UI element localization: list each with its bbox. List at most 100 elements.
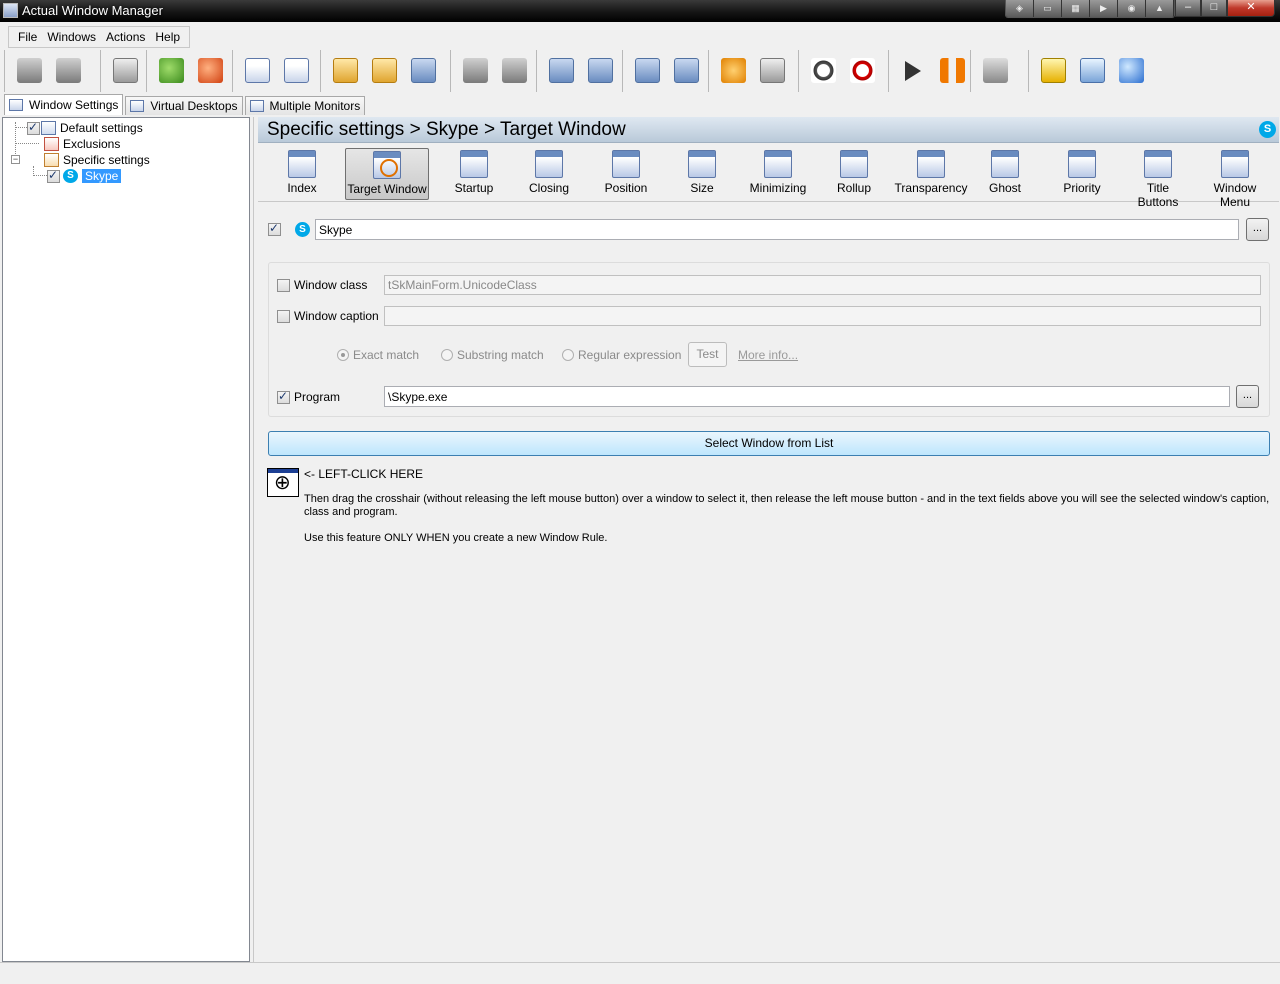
stop-button[interactable] <box>844 53 880 89</box>
window-menu-icon <box>1221 150 1249 178</box>
substring-match-option[interactable]: Substring match <box>441 348 544 362</box>
import-icon <box>159 58 184 83</box>
program-checkbox[interactable] <box>277 389 290 404</box>
test-button[interactable]: Test <box>688 342 727 367</box>
crosshair-icon[interactable] <box>267 468 299 497</box>
program-input[interactable] <box>384 386 1230 407</box>
more-info-link[interactable]: More info... <box>738 348 798 362</box>
stay-on-top-icon[interactable]: ▶ <box>1090 0 1118 17</box>
import-button[interactable] <box>153 53 189 89</box>
tree-item-exclusions[interactable]: Exclusions <box>41 136 120 152</box>
menu-help[interactable]: Help <box>150 27 185 47</box>
category-index[interactable]: Index <box>272 148 332 200</box>
tree-item-specific-settings[interactable]: Specific settings <box>41 152 150 168</box>
substring-match-radio[interactable] <box>441 349 453 361</box>
menu-actions[interactable]: Actions <box>101 27 150 47</box>
document-button[interactable] <box>754 53 790 89</box>
category-target-window[interactable]: Target Window <box>345 148 429 200</box>
virtual-desktops-icon <box>130 100 145 112</box>
default-settings-checkbox[interactable] <box>27 120 40 135</box>
minimize-to-tray-icon[interactable]: ▭ <box>1034 0 1062 17</box>
splitter[interactable] <box>253 117 256 962</box>
tree-item-skype[interactable]: S Skype <box>47 168 122 184</box>
minimize-icon[interactable]: – <box>1175 0 1201 17</box>
exact-match-option[interactable]: Exact match <box>337 348 419 362</box>
rule-enabled-checkbox[interactable] <box>268 221 281 236</box>
sort-az-button[interactable] <box>582 53 618 89</box>
window-caption-input[interactable] <box>384 306 1261 326</box>
feedback-button[interactable] <box>1074 53 1110 89</box>
sort-za-icon <box>549 58 574 83</box>
collapse-toggle[interactable]: − <box>11 155 20 164</box>
export-button[interactable] <box>192 53 228 89</box>
apply-button[interactable] <box>715 53 751 89</box>
start-button[interactable] <box>895 53 931 89</box>
category-ghost[interactable]: Ghost <box>975 148 1035 200</box>
window-caption-option[interactable]: Window caption <box>277 309 379 323</box>
rollup-icon[interactable]: ◈ <box>1006 0 1034 17</box>
menu-windows[interactable]: Windows <box>42 27 101 47</box>
category-window-menu[interactable]: Window Menu <box>1198 148 1272 209</box>
options-button[interactable] <box>239 53 275 89</box>
program-browse-button[interactable]: ... <box>1236 385 1259 408</box>
save-button[interactable] <box>107 53 143 89</box>
category-priority[interactable]: Priority <box>1052 148 1112 200</box>
window-class-input[interactable] <box>384 275 1261 295</box>
pause-icon <box>940 58 965 83</box>
move-up-button[interactable] <box>457 53 493 89</box>
rule-name-input[interactable] <box>315 219 1239 240</box>
toolbar-group-tools <box>970 50 1016 92</box>
window-caption-checkbox[interactable] <box>277 309 290 323</box>
rule-browse-button[interactable]: ... <box>1246 218 1269 241</box>
program-label: Program <box>294 390 341 404</box>
close-icon[interactable]: ✕ <box>1227 0 1275 17</box>
maximize-icon[interactable]: □ <box>1201 0 1227 17</box>
user-options-button[interactable] <box>278 53 314 89</box>
tree-item-default-settings[interactable]: Default settings <box>27 120 143 136</box>
category-title-buttons[interactable]: Title Buttons <box>1125 148 1191 209</box>
exclusions-icon <box>44 137 59 151</box>
monitors-icon <box>249 100 264 112</box>
category-startup[interactable]: Startup <box>443 148 505 200</box>
redo-button[interactable] <box>50 53 86 89</box>
category-closing[interactable]: Closing <box>518 148 580 200</box>
tab-multiple-monitors[interactable]: Multiple Monitors <box>244 96 366 115</box>
power-button[interactable] <box>805 53 841 89</box>
pause-button[interactable] <box>934 53 970 89</box>
regex-radio[interactable] <box>562 349 574 361</box>
web-button[interactable] <box>1113 53 1149 89</box>
exact-match-radio[interactable] <box>337 349 349 361</box>
category-position[interactable]: Position <box>595 148 657 200</box>
help-button[interactable] <box>1035 53 1071 89</box>
toolbar <box>4 50 1276 92</box>
category-minimizing[interactable]: Minimizing <box>746 148 810 200</box>
delete-rule-button[interactable] <box>366 53 402 89</box>
category-size[interactable]: Size <box>671 148 733 200</box>
sort-za-button[interactable] <box>543 53 579 89</box>
tab-virtual-desktops[interactable]: Virtual Desktops <box>125 96 243 115</box>
category-rollup[interactable]: Rollup <box>823 148 885 200</box>
ghost-icon[interactable]: ◉ <box>1118 0 1146 17</box>
window-class-option[interactable]: Window class <box>277 278 367 292</box>
add-rule-button[interactable] <box>327 53 363 89</box>
tab-window-settings[interactable]: Window Settings <box>4 94 124 115</box>
cascade-button[interactable] <box>668 53 704 89</box>
window-class-checkbox[interactable] <box>277 278 290 292</box>
menu-file[interactable]: File <box>13 27 42 47</box>
tools-button[interactable] <box>977 53 1013 89</box>
check-all-button[interactable] <box>629 53 665 89</box>
regex-option[interactable]: Regular expression <box>562 348 681 362</box>
move-down-button[interactable] <box>496 53 532 89</box>
category-label: Priority <box>1063 181 1101 195</box>
category-transparency[interactable]: Transparency <box>894 148 968 200</box>
copy-rule-button[interactable] <box>405 53 441 89</box>
target-window-icon <box>373 151 401 179</box>
transparency-icon[interactable]: ▦ <box>1062 0 1090 17</box>
program-option[interactable]: Program <box>277 389 341 404</box>
skype-rule-checkbox[interactable] <box>47 168 60 183</box>
delete-folder-icon <box>372 58 397 83</box>
select-window-from-list-button[interactable]: Select Window from List <box>268 431 1270 456</box>
undo-button[interactable] <box>11 53 47 89</box>
export-icon <box>198 58 223 83</box>
pin-icon[interactable]: ▲ <box>1146 0 1174 17</box>
